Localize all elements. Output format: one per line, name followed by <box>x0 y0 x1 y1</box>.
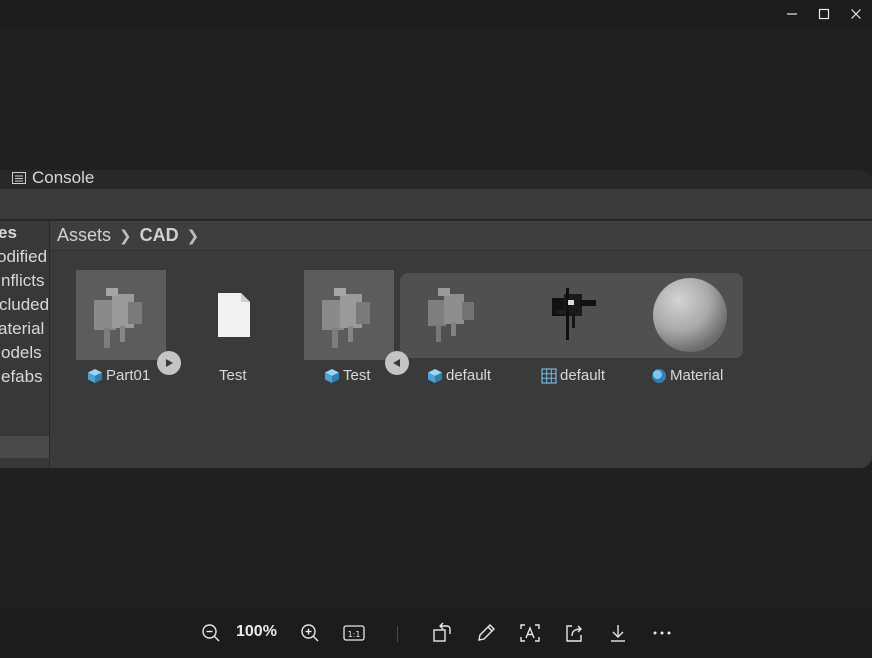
sidebar-item-models: odels <box>1 343 42 362</box>
toolbar-divider <box>397 626 398 642</box>
model-preview-icon <box>322 288 370 348</box>
asset-label-default-model[interactable]: default <box>427 367 491 384</box>
asset-grid: Assets ❯ CAD ❯ Part01 Test Test default … <box>50 221 872 468</box>
svg-text:1:1: 1:1 <box>348 630 361 639</box>
breadcrumb-assets[interactable]: Assets <box>57 225 111 246</box>
prefab-icon <box>88 368 102 383</box>
zoom-out-icon[interactable] <box>198 620 224 646</box>
sidebar-item-materials: aterial <box>0 319 45 338</box>
play-left-icon <box>393 359 400 367</box>
more-icon[interactable] <box>649 620 675 646</box>
sidebar-item-modified: odified <box>0 247 48 266</box>
text-recognition-icon[interactable] <box>517 620 543 646</box>
minimize-icon[interactable] <box>776 0 808 27</box>
asset-thumb-test[interactable] <box>304 270 394 360</box>
project-toolbar <box>0 189 872 220</box>
mesh-preview-icon[interactable] <box>542 284 602 349</box>
model-preview-icon[interactable] <box>418 282 490 353</box>
prefab-icon <box>325 368 339 383</box>
maximize-icon[interactable] <box>808 0 840 27</box>
asset-label-part01[interactable]: Part01 <box>87 367 150 384</box>
sidebar-selection <box>0 436 49 458</box>
material-icon <box>652 368 666 383</box>
displayed-image: Console es odified nflicts cluded ateria… <box>0 170 872 468</box>
chevron-right-icon: ❯ <box>186 227 200 245</box>
sidebar-item-favorites: es <box>0 223 17 242</box>
file-icon[interactable] <box>217 292 251 343</box>
console-tab-label: Console <box>32 170 95 187</box>
project-sidebar: es odified nflicts cluded aterial odels … <box>0 221 50 468</box>
actual-size-icon[interactable]: 1:1 <box>341 620 367 646</box>
edit-icon[interactable] <box>473 620 499 646</box>
asset-thumb-part01[interactable] <box>76 270 166 360</box>
asset-label-default-mesh[interactable]: default <box>541 367 605 384</box>
expand-arrow-button[interactable] <box>157 351 181 375</box>
sidebar-item-prefabs: efabs <box>1 367 43 386</box>
share-icon[interactable] <box>561 620 587 646</box>
model-preview-icon <box>94 288 142 348</box>
asset-label-material[interactable]: Material <box>651 367 723 384</box>
console-tab: Console <box>12 170 94 188</box>
asset-label-test-file[interactable]: Test <box>219 367 247 384</box>
console-icon <box>12 172 26 184</box>
sidebar-item-excluded: cluded <box>0 295 50 314</box>
asset-label-test-prefab[interactable]: Test <box>324 367 371 384</box>
rotate-icon[interactable] <box>429 620 455 646</box>
download-icon[interactable] <box>605 620 631 646</box>
chevron-right-icon: ❯ <box>119 227 132 245</box>
prefab-icon <box>428 368 442 383</box>
tab-bar: Console <box>0 170 872 189</box>
close-icon[interactable] <box>840 0 872 27</box>
collapse-arrow-button[interactable] <box>385 351 409 375</box>
viewer-toolbar: 100% 1:1 <box>0 608 872 658</box>
breadcrumb: Assets ❯ CAD ❯ <box>50 221 872 251</box>
zoom-in-icon[interactable] <box>297 620 323 646</box>
mesh-icon <box>541 367 557 384</box>
zoom-level: 100% <box>236 623 277 640</box>
play-icon <box>166 359 173 367</box>
breadcrumb-cad[interactable]: CAD <box>140 225 179 246</box>
sidebar-item-conflicts: nflicts <box>1 271 45 290</box>
material-preview-icon[interactable] <box>651 276 729 359</box>
title-bar <box>0 0 872 27</box>
